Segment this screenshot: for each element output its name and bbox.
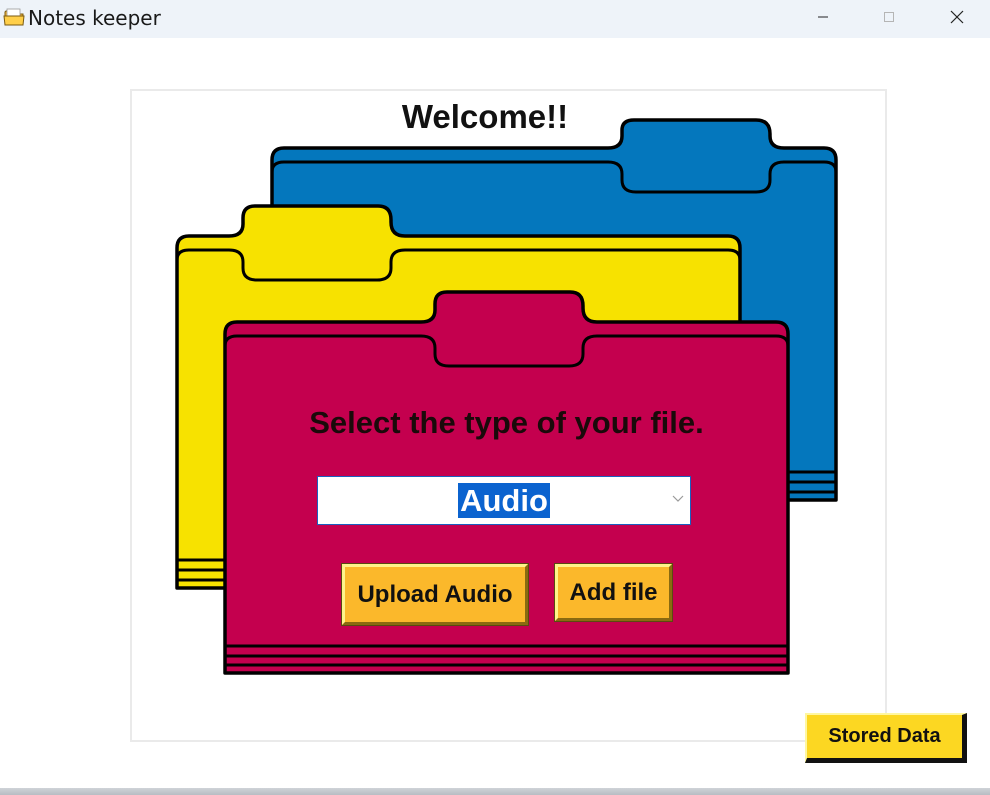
window-bottom-edge	[0, 788, 990, 795]
welcome-heading: Welcome!!	[401, 98, 569, 135]
upload-audio-button[interactable]: Upload Audio	[341, 563, 529, 626]
file-type-prompt: Select the type of your file.	[309, 405, 704, 440]
chevron-down-icon[interactable]	[672, 495, 684, 503]
file-type-selected-wrapper: Audio	[318, 483, 690, 519]
file-type-selected-value: Audio	[458, 483, 550, 518]
stored-data-button[interactable]: Stored Data	[805, 713, 967, 763]
file-type-select[interactable]: Audio	[317, 476, 691, 525]
add-file-button[interactable]: Add file	[554, 563, 673, 622]
